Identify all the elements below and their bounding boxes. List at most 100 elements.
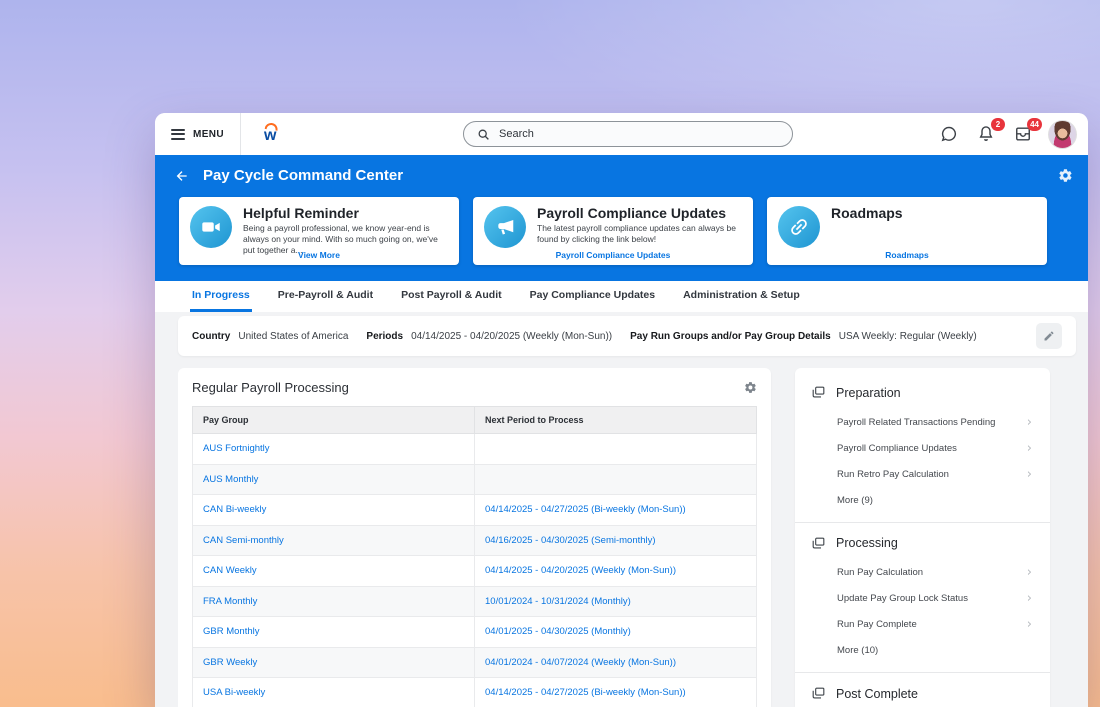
chevron-right-icon: › — [1027, 470, 1032, 479]
section-post-complete: Post Complete — [811, 686, 1034, 701]
pay-group-link[interactable]: GBR Weekly — [203, 657, 257, 668]
chevron-right-icon: › — [1027, 568, 1032, 577]
pay-group-link[interactable]: CAN Weekly — [203, 565, 257, 576]
desktop-background: MENU w Search 2 44 — [0, 0, 1100, 707]
page-title: Pay Cycle Command Center — [203, 167, 403, 184]
tab-post-payroll-audit[interactable]: Post Payroll & Audit — [399, 281, 504, 312]
tab-pre-payroll-audit[interactable]: Pre-Payroll & Audit — [276, 281, 375, 312]
section-processing: Processing — [811, 536, 1034, 551]
card-link-roadmaps[interactable]: Roadmaps — [767, 250, 1047, 260]
back-button[interactable] — [174, 168, 190, 184]
filter-value: USA Weekly: Regular (Weekly) — [839, 331, 977, 342]
inbox-badge: 44 — [1027, 118, 1042, 131]
next-period-link[interactable]: 04/14/2025 - 04/27/2025 (Bi-weekly (Mon-… — [485, 504, 686, 515]
app-window: MENU w Search 2 44 — [155, 113, 1088, 707]
sidebar-more-link[interactable]: More (9) — [811, 487, 1034, 516]
filter-periods: Periods04/14/2025 - 04/20/2025 (Weekly (… — [366, 331, 612, 342]
header-settings-button[interactable] — [1058, 168, 1073, 183]
pay-group-link[interactable]: CAN Bi-weekly — [203, 504, 266, 515]
section-title: Preparation — [836, 386, 901, 400]
next-period-link[interactable]: 04/01/2024 - 04/07/2024 (Weekly (Mon-Sun… — [485, 657, 676, 668]
video-icon-circle — [190, 206, 232, 248]
pay-group-cell: AUS Monthly — [193, 464, 475, 495]
notifications-badge: 2 — [991, 118, 1005, 131]
filters: CountryUnited States of America Periods04… — [192, 331, 977, 342]
hamburger-icon — [171, 129, 185, 140]
card-link-view-more[interactable]: View More — [179, 250, 459, 260]
card-helpful-reminder: Helpful ReminderBeing a payroll professi… — [179, 197, 459, 265]
chat-button[interactable] — [938, 123, 960, 145]
sidebar-item-label: Run Pay Complete — [837, 619, 917, 630]
tab-in-progress[interactable]: In Progress — [190, 281, 252, 312]
pay-group-link[interactable]: CAN Semi-monthly — [203, 535, 284, 546]
next-period-cell: 10/01/2024 - 10/31/2024 (Monthly) — [475, 586, 757, 617]
sidebar-item-label: Run Pay Calculation — [837, 567, 923, 578]
next-period-link[interactable]: 04/14/2025 - 04/27/2025 (Bi-weekly (Mon-… — [485, 687, 686, 698]
back-arrow-icon — [174, 168, 190, 184]
window-stack-icon — [811, 686, 826, 701]
filter-value: United States of America — [238, 331, 348, 342]
table-row: GBR Monthly 04/01/2025 - 04/30/2025 (Mont… — [193, 617, 757, 648]
next-period-cell: 04/01/2025 - 04/30/2025 (Monthly) — [475, 617, 757, 648]
chevron-right-icon: › — [1027, 620, 1032, 629]
window-stack-icon — [811, 686, 826, 701]
pay-group-cell: USA Bi-weekly — [193, 678, 475, 707]
card-link-payroll-compliance-updates[interactable]: Payroll Compliance Updates — [473, 250, 753, 260]
sidebar-more-link[interactable]: More (10) — [811, 638, 1034, 667]
next-period-link[interactable]: 10/01/2024 - 10/31/2024 (Monthly) — [485, 596, 631, 607]
divider — [795, 522, 1050, 523]
tab-administration-setup[interactable]: Administration & Setup — [681, 281, 802, 312]
logo-letter: w — [264, 126, 276, 146]
panel-header: Regular Payroll Processing — [178, 368, 771, 406]
sidebar-item-update-pay-group-lock-status[interactable]: Update Pay Group Lock Status› — [811, 586, 1034, 612]
pay-group-link[interactable]: AUS Monthly — [203, 474, 258, 485]
profile-avatar[interactable] — [1049, 121, 1076, 148]
pay-group-link[interactable]: USA Bi-weekly — [203, 687, 265, 698]
window-stack-icon — [811, 536, 826, 551]
next-period-link[interactable]: 04/16/2025 - 04/30/2025 (Semi-monthly) — [485, 535, 656, 546]
window-stack-icon — [811, 536, 826, 551]
card-title: Helpful Reminder — [243, 205, 448, 221]
link-icon — [783, 211, 814, 242]
sidebar-item-run-retro-pay-calculation[interactable]: Run Retro Pay Calculation › — [811, 461, 1034, 487]
video-camera-icon — [200, 216, 222, 238]
menu-button[interactable]: MENU — [171, 129, 224, 140]
sidebar-item-payroll-compliance-updates[interactable]: Payroll Compliance Updates› — [811, 435, 1034, 461]
payroll-processing-panel: Regular Payroll Processing Pay GroupNext… — [178, 368, 771, 707]
table-row: AUS Monthly — [193, 464, 757, 495]
next-period-link[interactable]: 04/14/2025 - 04/20/2025 (Weekly (Mon-Sun… — [485, 565, 676, 576]
page-header: Pay Cycle Command Center Helpful Reminde… — [155, 155, 1088, 281]
sidebar-item-run-pay-calculation[interactable]: Run Pay Calculation › — [811, 560, 1034, 586]
sidebar-item-run-pay-complete[interactable]: Run Pay Complete › — [811, 612, 1034, 638]
pay-group-link[interactable]: AUS Fortnightly — [203, 443, 270, 454]
search-input[interactable]: Search — [463, 121, 793, 147]
pay-group-link[interactable]: GBR Monthly — [203, 626, 260, 637]
next-period-cell — [475, 434, 757, 465]
title-row: Pay Cycle Command Center — [155, 155, 1088, 196]
sidebar-item-label: Update Pay Group Lock Status — [837, 593, 968, 604]
filter-label: Periods — [366, 331, 403, 342]
content-area: CountryUnited States of AmericaPeriods04… — [155, 312, 1088, 707]
gear-icon — [744, 381, 757, 394]
notifications-button[interactable]: 2 — [975, 123, 997, 145]
process-sidebar: Preparation Payroll Related Transactions … — [795, 368, 1050, 707]
pay-group-link[interactable]: FRA Monthly — [203, 596, 257, 607]
next-period-cell: 04/14/2025 - 04/20/2025 (Weekly (Mon-Sun… — [475, 556, 757, 587]
filter-label: Pay Run Groups and/or Pay Group Details — [630, 331, 831, 342]
menu-label: MENU — [193, 129, 224, 140]
filter-pay-run-groups-and-or-pay-group-details: Pay Run Groups and/or Pay Group Details U… — [630, 331, 977, 342]
chevron-right-icon: › — [1027, 418, 1032, 427]
filter-country: CountryUnited States of America — [192, 331, 348, 342]
sidebar-item-payroll-related-transactions-pending[interactable]: Payroll Related Transactions Pending› — [811, 409, 1034, 435]
edit-filters-button[interactable] — [1036, 323, 1062, 349]
card-title: Roadmaps — [831, 205, 1036, 221]
chat-icon — [939, 124, 959, 144]
inbox-button[interactable]: 44 — [1012, 123, 1034, 145]
table-settings-button[interactable] — [744, 381, 757, 394]
main-columns: Regular Payroll Processing Pay GroupNext… — [178, 368, 1076, 707]
next-period-link[interactable]: 04/01/2025 - 04/30/2025 (Monthly) — [485, 626, 631, 637]
tab-pay-compliance-updates[interactable]: Pay Compliance Updates — [528, 281, 657, 312]
pay-group-table: Pay GroupNext Period to Process AUS Fort… — [192, 406, 757, 707]
sidebar-item-label: Run Retro Pay Calculation — [837, 469, 949, 480]
workday-logo[interactable]: w — [263, 122, 283, 146]
